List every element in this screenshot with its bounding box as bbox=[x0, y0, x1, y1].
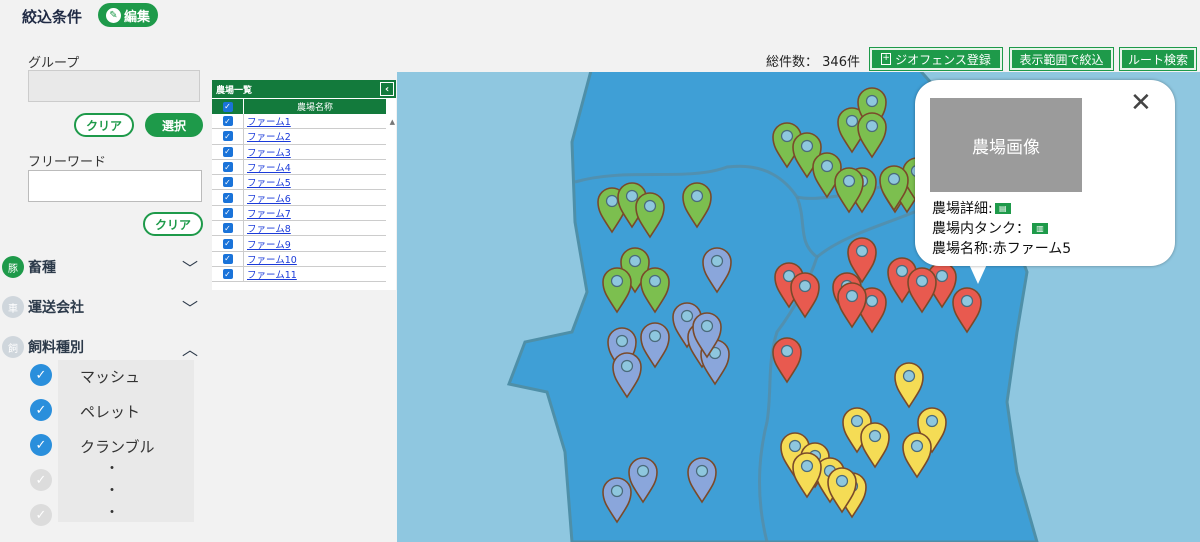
feed-crumble-label: クランブル bbox=[80, 438, 155, 456]
feed-mash-checkbox[interactable]: ✓ bbox=[30, 364, 52, 386]
farm-name-link[interactable]: ファーム10 bbox=[244, 252, 297, 266]
farm-list-row[interactable]: ✓ ファーム4 bbox=[212, 159, 386, 176]
farm-name-link[interactable]: ファーム3 bbox=[244, 145, 291, 159]
farm-list-header: 農場一覧 ‹ bbox=[212, 80, 396, 98]
farm-detail-label: 農場詳細: bbox=[932, 201, 993, 217]
farm-name-link[interactable]: ファーム9 bbox=[244, 237, 291, 251]
farm-image-placeholder: 農場画像 bbox=[930, 98, 1082, 192]
edit-button[interactable]: ✎ 編集 bbox=[98, 3, 158, 27]
farm-row-checkbox[interactable]: ✓ bbox=[222, 131, 233, 142]
feed-extra-checkbox-2[interactable]: ✓ bbox=[30, 504, 52, 526]
farm-name-line: 農場名称:赤ファーム5 bbox=[932, 241, 1072, 257]
category-carrier[interactable]: 車 運送会社 ﹀ bbox=[0, 292, 210, 322]
group-field[interactable] bbox=[28, 70, 200, 102]
farm-name-link[interactable]: ファーム11 bbox=[244, 267, 297, 281]
chevron-down-icon: ﹀ bbox=[182, 259, 199, 278]
close-icon[interactable]: ✕ bbox=[1130, 88, 1152, 118]
chevron-down-icon: ﹀ bbox=[182, 299, 199, 318]
edit-label: 編集 bbox=[123, 9, 150, 25]
scroll-up-icon[interactable]: ▲ bbox=[390, 118, 395, 126]
add-document-icon: + bbox=[881, 53, 892, 65]
group-label: グループ bbox=[28, 56, 80, 71]
total-count: 総件数： 346件 bbox=[766, 51, 860, 70]
filter-by-view-button[interactable]: 表示範囲で絞込 bbox=[1009, 47, 1114, 71]
farm-list-row[interactable]: ✓ ファーム9 bbox=[212, 236, 386, 252]
category-feed-header bbox=[14, 332, 96, 362]
select-all-checkbox[interactable]: ✓ bbox=[222, 101, 233, 112]
farm-tank-label: 農場内タンク： bbox=[932, 221, 1030, 237]
feed-crumble-checkbox[interactable]: ✓ bbox=[30, 434, 52, 456]
farm-list-row[interactable]: ✓ ファーム7 bbox=[212, 205, 386, 222]
app-root: 絞込条件 ✎ 編集 グループ クリア 選択 フリーワード クリア 豚 畜種 ﹀ … bbox=[0, 0, 1200, 542]
farm-row-checkbox[interactable]: ✓ bbox=[222, 146, 233, 157]
chevron-up-icon[interactable]: ︿ bbox=[182, 336, 198, 360]
filter-title: 絞込条件 bbox=[22, 8, 83, 26]
feed-pellet-label: ペレット bbox=[80, 403, 141, 421]
category-carrier-label: 運送会社 bbox=[28, 300, 84, 316]
group-select-button[interactable]: 選択 bbox=[145, 113, 203, 137]
farm-row-checkbox[interactable]: ✓ bbox=[222, 162, 233, 173]
farm-name-link[interactable]: ファーム8 bbox=[244, 221, 291, 235]
farm-list-title: 農場一覧 bbox=[216, 85, 253, 96]
farm-row-checkbox[interactable]: ✓ bbox=[222, 177, 233, 188]
farm-name-link[interactable]: ファーム5 bbox=[244, 175, 291, 189]
tank-icon[interactable]: ▥ bbox=[1032, 222, 1048, 234]
ellipsis-dot: ・ bbox=[105, 505, 119, 521]
truck-icon: 車 bbox=[2, 296, 24, 318]
farm-name-link[interactable]: ファーム4 bbox=[244, 160, 291, 174]
route-search-button[interactable]: ルート検索 bbox=[1119, 47, 1197, 71]
farm-list-panel: 農場一覧 ‹ ✓ 農場名称 ✓ ファーム1 ✓ ファーム2 ✓ ファーム3 ✓ ファーム4 ✓ フ… bbox=[212, 80, 396, 290]
farm-list-row[interactable]: ✓ ファーム10 bbox=[212, 251, 386, 267]
category-livestock-label: 畜種 bbox=[28, 260, 56, 276]
freeword-label: フリーワード bbox=[28, 155, 107, 170]
farm-row-checkbox[interactable]: ✓ bbox=[222, 253, 233, 264]
collapse-left-icon[interactable]: ‹ bbox=[380, 82, 394, 96]
feed-mash-label: マッシュ bbox=[80, 368, 141, 386]
farm-list-column-header: ✓ 農場名称 bbox=[212, 98, 386, 114]
group-clear-button[interactable]: クリア bbox=[74, 113, 134, 137]
farm-list-row[interactable]: ✓ ファーム8 bbox=[212, 221, 386, 237]
pig-icon: 豚 bbox=[2, 256, 24, 278]
farm-name-link[interactable]: ファーム2 bbox=[244, 129, 291, 143]
farm-row-checkbox[interactable]: ✓ bbox=[222, 192, 233, 203]
geofence-register-button[interactable]: + ジオフェンス登録 bbox=[869, 47, 1003, 71]
geofence-register-label: ジオフェンス登録 bbox=[895, 52, 991, 67]
farm-popup: 農場画像 ✕ 農場詳細: ▤ 農場内タンク： ▥ 農場名称:赤ファーム5 bbox=[915, 80, 1175, 266]
detail-card-icon[interactable]: ▤ bbox=[994, 202, 1011, 214]
farm-list-row[interactable]: ✓ ファーム6 bbox=[212, 190, 386, 206]
farm-detail-line[interactable]: 農場詳細: ▤ bbox=[932, 198, 1011, 218]
freeword-input[interactable] bbox=[28, 170, 202, 202]
farm-list-row[interactable]: ✓ ファーム3 bbox=[212, 144, 386, 160]
farm-row-checkbox[interactable]: ✓ bbox=[222, 116, 233, 127]
farm-name-link[interactable]: ファーム6 bbox=[244, 191, 291, 205]
ellipsis-dot: ・ bbox=[105, 461, 119, 477]
ellipsis-dot: ・ bbox=[105, 483, 119, 499]
total-value: 346件 bbox=[822, 55, 860, 70]
farm-row-checkbox[interactable]: ✓ bbox=[222, 223, 233, 234]
farm-name-column: 農場名称 bbox=[296, 103, 333, 113]
total-label: 総件数： bbox=[766, 55, 819, 70]
farm-tank-line[interactable]: 農場内タンク： ▥ bbox=[932, 218, 1048, 238]
farm-list-rows: ✓ ファーム1 ✓ ファーム2 ✓ ファーム3 ✓ ファーム4 ✓ ファーム5 ✓ ファーム6 ✓ ファー… bbox=[212, 114, 396, 283]
farm-name-link[interactable]: ファーム1 bbox=[244, 114, 291, 128]
feed-extra-checkbox-1[interactable]: ✓ bbox=[30, 469, 52, 491]
category-livestock[interactable]: 豚 畜種 ﹀ bbox=[0, 252, 210, 282]
farm-name-link[interactable]: ファーム7 bbox=[244, 206, 291, 220]
farm-list-row[interactable]: ✓ ファーム11 bbox=[212, 266, 386, 283]
freeword-clear-button[interactable]: クリア bbox=[143, 212, 203, 236]
farm-list-row[interactable]: ✓ ファーム1 bbox=[212, 114, 386, 130]
pencil-icon: ✎ bbox=[105, 7, 121, 23]
feed-pellet-checkbox[interactable]: ✓ bbox=[30, 399, 52, 421]
farm-row-checkbox[interactable]: ✓ bbox=[222, 238, 233, 249]
farm-row-checkbox[interactable]: ✓ bbox=[222, 207, 233, 218]
farm-list-row[interactable]: ✓ ファーム5 bbox=[212, 175, 386, 191]
farm-row-checkbox[interactable]: ✓ bbox=[222, 269, 233, 280]
farm-list-row[interactable]: ✓ ファーム2 bbox=[212, 129, 386, 145]
